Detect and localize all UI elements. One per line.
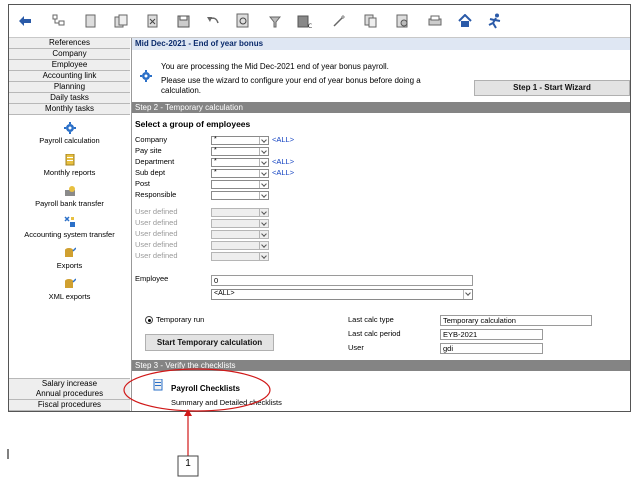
annotation-overlay [7, 368, 271, 477]
arrow-head-icon [184, 409, 192, 416]
annotation-number: 1 [185, 458, 191, 469]
highlight-ellipse [123, 368, 271, 412]
